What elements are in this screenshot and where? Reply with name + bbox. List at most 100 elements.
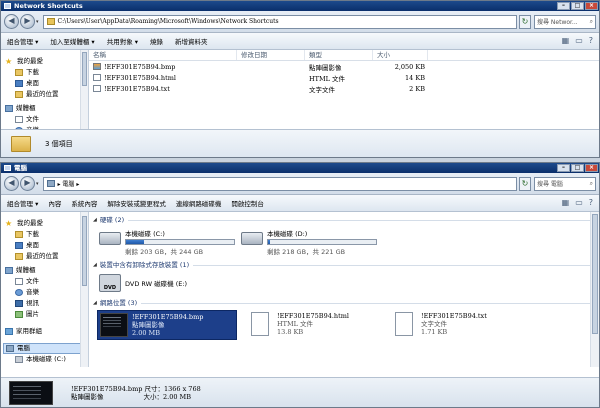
top-title-bar[interactable]: Network Shortcuts – □ × [1, 1, 599, 11]
bitmap-thumbnail [100, 313, 128, 337]
text-file-icon [93, 85, 101, 92]
section-header-removable[interactable]: ◢ 裝置中含有卸除式存放裝置 (1) [89, 260, 599, 271]
minimize-button[interactable]: – [557, 164, 570, 172]
top-file-list: 名稱 修改日期 類型 大小 !EFF301E75B94.bmp 點陣圖影像 2,… [89, 50, 599, 130]
top-search-placeholder: 搜尋 Networ... [537, 19, 578, 26]
forward-button[interactable]: ▶ [20, 176, 35, 191]
nav-item-libraries[interactable]: 媒體櫃 [3, 103, 88, 114]
uninstall-program-button[interactable]: 解除安裝或變更程式 [107, 198, 166, 208]
nav-item-recent-places[interactable]: 最近的位置 [3, 89, 88, 100]
forward-button[interactable]: ▶ [20, 14, 35, 29]
nav-item-videos[interactable]: 視訊 [3, 298, 88, 309]
nav-item-desktop[interactable]: 桌面 [3, 240, 88, 251]
back-button[interactable]: ◀ [4, 14, 19, 29]
include-in-library-button[interactable]: 加入至媒體櫃 ▾ [50, 36, 94, 46]
nav-item-downloads[interactable]: 下載 [3, 229, 88, 240]
content-scrollbar[interactable] [590, 212, 599, 367]
computer-explorer-window: 電腦 – □ × ◀ ▶ ▾ ▸ 電腦 ▸ ↻ 搜尋 電腦 ⌕ 組合管理 ▾ 內… [0, 162, 600, 408]
nav-item-computer[interactable]: 電腦 [3, 343, 88, 354]
nav-item-libraries[interactable]: 媒體櫃 [3, 265, 88, 276]
close-button[interactable]: × [585, 164, 598, 172]
recent-pages-dropdown[interactable]: ▾ [36, 181, 39, 187]
maximize-button[interactable]: □ [571, 2, 584, 10]
preview-pane-icon[interactable]: ▭ [575, 36, 583, 45]
open-control-panel-button[interactable]: 開啟控制台 [231, 198, 264, 208]
drive-d[interactable]: 本機磁碟 (D:) 剩餘 218 GB，共 221 GB [241, 228, 377, 256]
window-controls: – □ × [557, 164, 598, 172]
breadcrumb[interactable]: ▸ 電腦 ▸ [58, 179, 80, 188]
column-type[interactable]: 類型 [305, 50, 373, 60]
network-item-bmp[interactable]: !EFF301E75B94.bmp 點陣圖影像 2.00 MB [97, 310, 237, 340]
nav-scrollbar[interactable] [80, 50, 88, 130]
drive-dvd[interactable]: DVD DVD RW 磁碟機 (E:) [99, 274, 187, 292]
top-search-input[interactable]: 搜尋 Networ... ⌕ [534, 14, 596, 29]
network-item-html[interactable]: !EFF301E75B94.html HTML 文件 13.8 KB [243, 310, 383, 340]
computer-title-bar[interactable]: 電腦 – □ × [1, 163, 599, 173]
share-with-button[interactable]: 共用對象 ▾ [107, 36, 138, 46]
burn-button[interactable]: 燒錄 [150, 36, 163, 46]
refresh-button[interactable]: ↻ [519, 14, 531, 29]
nav-item-desktop[interactable]: 桌面 [3, 78, 88, 89]
column-name[interactable]: 名稱 [89, 50, 237, 60]
computer-address-bar[interactable]: ▸ 電腦 ▸ [42, 176, 517, 191]
item-count: 3 個項目 [45, 139, 73, 148]
drive-c[interactable]: 本機磁碟 (C:) 剩餘 203 GB，共 244 GB [99, 228, 235, 256]
recent-pages-dropdown[interactable]: ▾ [36, 19, 39, 25]
help-icon[interactable]: ? [589, 36, 593, 45]
table-row[interactable]: !EFF301E75B94.bmp 點陣圖影像 2,050 KB [89, 61, 599, 72]
new-folder-button[interactable]: 新增資料夾 [175, 36, 208, 46]
nav-item-favorites[interactable]: ★ 我的最愛 [3, 56, 88, 67]
nav-item-music[interactable]: 音樂 [3, 287, 88, 298]
system-properties-button[interactable]: 系統內容 [71, 198, 97, 208]
table-row[interactable]: !EFF301E75B94.html HTML 文件 14 KB [89, 72, 599, 83]
section-header-hard-disks[interactable]: ◢ 硬碟 (2) [89, 215, 599, 226]
change-view-icon[interactable]: ▦ [562, 36, 570, 45]
window-controls: – □ × [557, 2, 598, 10]
drive-free-space: 剩餘 218 GB，共 221 GB [267, 248, 346, 256]
nav-item-documents[interactable]: 文件 [3, 276, 88, 287]
computer-search-input[interactable]: 搜尋 電腦 ⌕ [534, 176, 596, 191]
nav-item-favorites[interactable]: ★ 我的最愛 [3, 218, 88, 229]
nav-item-homegroup[interactable]: 家用群組 [3, 326, 88, 337]
computer-body: ★ 我的最愛 下載 桌面 最近的位置 媒體櫃 文件 音樂 視訊 圖片 家用群組 電… [1, 212, 599, 367]
item-name: !EFF301E75B94.txt [421, 312, 487, 320]
nav-item-downloads[interactable]: 下載 [3, 67, 88, 78]
properties-button[interactable]: 內容 [48, 198, 61, 208]
item-size: 13.8 KB [277, 328, 304, 336]
close-button[interactable]: × [585, 2, 598, 10]
top-navigation-pane: ★我的最愛 下載 桌面 最近的位置 媒體櫃 文件 音樂 [1, 50, 89, 134]
drive-usage-bar [267, 239, 377, 245]
column-size[interactable]: 大小 [373, 50, 428, 60]
nav-label: 文件 [26, 277, 39, 285]
nav-label: 電腦 [17, 344, 30, 352]
nav-item-documents[interactable]: 文件 [3, 114, 88, 125]
organize-button[interactable]: 組合管理 ▾ [7, 198, 38, 208]
organize-button[interactable]: 組合管理 ▾ [7, 36, 38, 46]
column-headers: 名稱 修改日期 類型 大小 [89, 50, 599, 61]
refresh-button[interactable]: ↻ [519, 176, 531, 191]
network-item-txt[interactable]: !EFF301E75B94.txt 文字文件 1.71 KB [387, 310, 527, 340]
top-address-bar[interactable]: C:\Users\User\AppData\Roaming\Microsoft\… [42, 14, 517, 29]
desktop-icon [15, 242, 23, 249]
change-view-icon[interactable]: ▦ [562, 198, 570, 207]
section-title: 硬碟 (2) [99, 216, 125, 224]
selected-item-info: !EFF301E75B94.bmp 尺寸：1366 x 768 [71, 384, 201, 393]
documents-icon [15, 116, 23, 123]
preview-pane-icon[interactable]: ▭ [575, 198, 583, 207]
view-controls: ▦ ▭ ? [562, 36, 593, 45]
nav-item-recent-places[interactable]: 最近的位置 [3, 251, 88, 262]
section-header-network-locations[interactable]: ◢ 網路位置 (3) [89, 298, 599, 309]
column-date-modified[interactable]: 修改日期 [237, 50, 305, 60]
item-type: 文字文件 [421, 320, 447, 328]
map-network-drive-button[interactable]: 連線網路磁碟機 [176, 198, 222, 208]
nav-label: 視訊 [26, 299, 39, 307]
nav-item-pictures[interactable]: 圖片 [3, 309, 88, 320]
help-icon[interactable]: ? [589, 198, 593, 207]
maximize-button[interactable]: □ [571, 164, 584, 172]
drive-name: DVD RW 磁碟機 (E:) [125, 280, 188, 288]
nav-scrollbar[interactable] [80, 212, 88, 367]
minimize-button[interactable]: – [557, 2, 570, 10]
back-button[interactable]: ◀ [4, 176, 19, 191]
table-row[interactable]: !EFF301E75B94.txt 文字文件 2 KB [89, 83, 599, 94]
nav-item-local-disk-c[interactable]: 本機磁碟 (C:) [3, 354, 88, 365]
